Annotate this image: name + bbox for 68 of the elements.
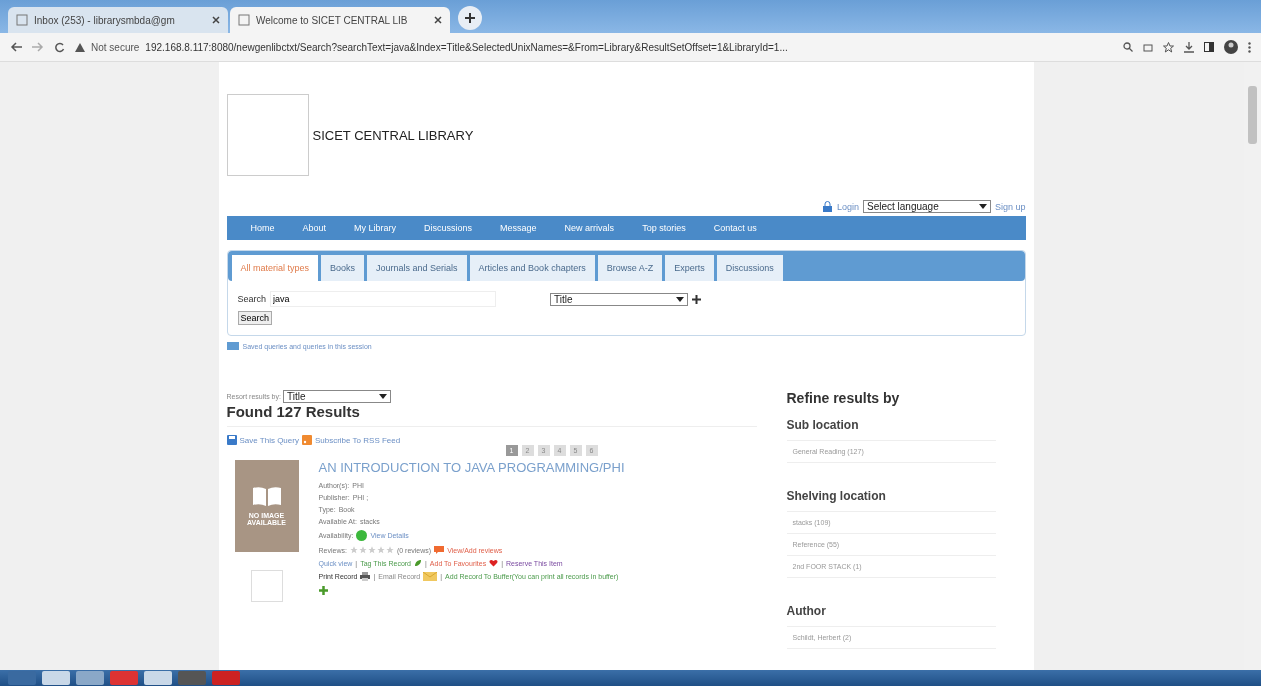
nav-link[interactable]: Home (236, 223, 289, 233)
search-field[interactable]: java (270, 291, 497, 307)
nav-link[interactable]: Discussions (410, 223, 487, 233)
reload-icon[interactable] (54, 41, 65, 53)
browser-tab[interactable]: Welcome to SICET CENTRAL LIB (230, 7, 450, 33)
page-icon (238, 14, 250, 26)
results-count: Found 127 Results (226, 403, 757, 427)
material-tab[interactable]: Journals and Serials (367, 255, 467, 281)
back-icon[interactable] (10, 42, 22, 52)
lock-icon (821, 201, 833, 212)
caret-icon (378, 394, 387, 399)
star-icon[interactable] (1163, 41, 1174, 53)
nav-link[interactable]: Top stories (628, 223, 700, 233)
rss-link[interactable]: Subscribe To RSS Feed (314, 435, 401, 445)
folder-icon (226, 342, 239, 350)
nav-link[interactable]: New arrivals (550, 223, 629, 233)
broken-image (250, 570, 283, 602)
material-tab[interactable]: Experts (665, 255, 714, 281)
signup-link[interactable]: Sign up (994, 201, 1026, 212)
material-tab[interactable]: Browse A-Z (597, 255, 663, 281)
nav-link[interactable]: Contact us (699, 223, 771, 233)
search-icon[interactable] (1123, 42, 1133, 52)
language-select[interactable]: Select language (862, 200, 991, 213)
caret-icon (676, 296, 685, 302)
profile-icon[interactable] (1224, 40, 1238, 54)
facet-heading: Sub location (786, 418, 996, 441)
printer-icon (360, 572, 371, 581)
login-link[interactable]: Login (836, 201, 859, 212)
plus-icon (465, 13, 475, 23)
share-icon[interactable] (1143, 42, 1153, 52)
close-icon[interactable] (434, 16, 442, 24)
plus-icon[interactable] (692, 294, 702, 304)
site-title: SICET CENTRAL LIBRARY (312, 127, 474, 143)
close-icon[interactable] (212, 16, 220, 24)
facet-heading: Shelving location (786, 489, 996, 512)
status-dot-icon (356, 530, 368, 541)
rss-icon (301, 435, 312, 445)
search-label: Search (237, 294, 267, 304)
address-field[interactable]: 192.168.8.117:8080/newgenlibctxt/Search?searchText=java&Index=Title&SelectedUnixNames=&From=Library&ResultSetOffset=1&LibraryId=1... (145, 41, 788, 53)
download-icon[interactable] (1184, 41, 1194, 53)
material-tab[interactable]: Articles and Book chapters (469, 255, 595, 281)
refine-heading: Refine results by (786, 390, 901, 406)
resort-select[interactable]: Title (282, 390, 391, 403)
index-select[interactable]: Title (550, 292, 689, 306)
heart-icon (489, 559, 499, 567)
warning-icon (75, 42, 85, 52)
book-icon (251, 486, 282, 506)
browser-tab[interactable]: Inbox (253) - librarysmbda@gm (8, 7, 228, 33)
material-tab[interactable]: All material types (231, 255, 319, 281)
sidebar-icon[interactable] (1204, 42, 1214, 52)
envelope-icon (423, 572, 438, 581)
security-label: Not secure (91, 41, 140, 53)
search-button[interactable]: Search (237, 311, 273, 325)
save-query-link[interactable]: Save This Query (239, 435, 299, 445)
material-tab[interactable]: Books (321, 255, 365, 281)
nav-link[interactable]: Message (486, 223, 551, 233)
page-icon (16, 14, 28, 26)
nav-link[interactable]: My Library (340, 223, 411, 233)
result-title[interactable]: AN INTRODUCTION TO JAVA PROGRAMMING/PHI (318, 460, 625, 475)
nav-link[interactable]: About (288, 223, 341, 233)
new-tab-button[interactable] (458, 6, 482, 30)
material-tab[interactable]: Discussions (716, 255, 783, 281)
menu-icon[interactable] (1248, 41, 1251, 53)
leaf-icon (414, 559, 422, 567)
comment-icon (434, 546, 445, 554)
save-icon (226, 435, 237, 445)
caret-icon (978, 204, 987, 209)
facet-heading: Author (786, 604, 996, 627)
